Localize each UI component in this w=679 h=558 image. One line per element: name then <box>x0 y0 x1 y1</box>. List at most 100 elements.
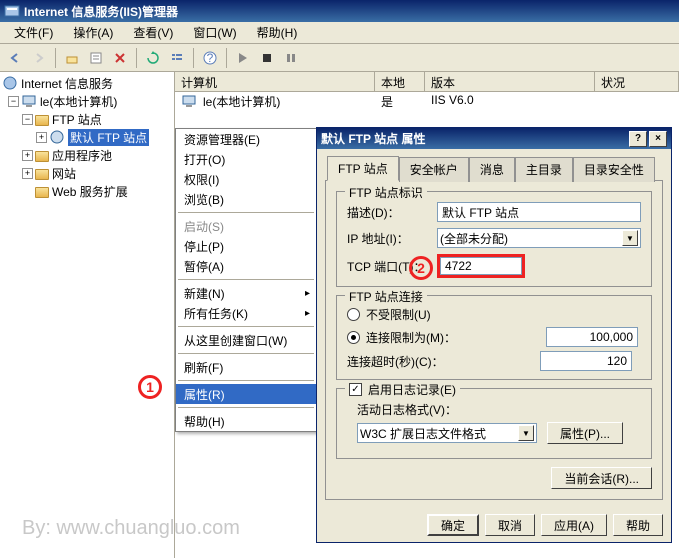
toolbar-forward-icon[interactable] <box>28 47 50 69</box>
ctx-separator <box>178 380 314 381</box>
cell-computer: le(本地计算机) <box>203 93 280 110</box>
toolbar-list-icon[interactable] <box>166 47 188 69</box>
group-conn-title: FTP 站点连接 <box>345 288 427 305</box>
log-format-select[interactable]: W3C 扩展日志文件格式 ▼ <box>357 423 537 443</box>
toolbar-up-icon[interactable] <box>61 47 83 69</box>
conn-limit-input[interactable] <box>546 327 638 347</box>
ctx-properties[interactable]: 属性(R) <box>176 384 316 404</box>
menu-window[interactable]: 窗口(W) <box>183 22 246 43</box>
current-sessions-button[interactable]: 当前会话(R)... <box>551 467 652 489</box>
timeout-input[interactable] <box>540 351 632 371</box>
iis-icon <box>2 75 18 91</box>
folder-icon <box>35 187 49 198</box>
group-connections: FTP 站点连接 不受限制(U) 连接限制为(M)： 连接超时(秒)(C)： <box>336 295 652 380</box>
help-button[interactable]: 帮助 <box>613 514 663 536</box>
tab-panel: FTP 站点标识 描述(D)： IP 地址(I)： (全部未分配) ▼ TCP … <box>325 180 663 500</box>
toolbar-delete-icon[interactable] <box>109 47 131 69</box>
ctx-explorer[interactable]: 资源管理器(E) <box>176 129 316 149</box>
ctx-open[interactable]: 打开(O) <box>176 149 316 169</box>
radio-limited[interactable] <box>347 331 360 344</box>
toolbar-help-icon[interactable]: ? <box>199 47 221 69</box>
tree-expand-icon[interactable]: + <box>22 150 33 161</box>
ctx-start[interactable]: 启动(S) <box>176 216 316 236</box>
tree-web-ext-label: Web 服务扩展 <box>52 183 128 200</box>
ctx-permissions[interactable]: 权限(I) <box>176 169 316 189</box>
tab-ftp-site[interactable]: FTP 站点 <box>327 156 399 181</box>
col-version[interactable]: 版本 <box>425 72 595 91</box>
toolbar-stop-icon[interactable] <box>256 47 278 69</box>
tab-dir-security[interactable]: 目录安全性 <box>573 157 655 182</box>
tab-home-dir[interactable]: 主目录 <box>515 157 573 182</box>
ok-button[interactable]: 确定 <box>427 514 479 536</box>
apply-button[interactable]: 应用(A) <box>541 514 607 536</box>
ctx-separator <box>178 279 314 280</box>
port-highlight <box>437 254 525 278</box>
cancel-button[interactable]: 取消 <box>485 514 535 536</box>
dialog-tabs: FTP 站点 安全帐户 消息 主目录 目录安全性 <box>317 149 671 180</box>
ctx-new-window[interactable]: 从这里创建窗口(W) <box>176 330 316 350</box>
enable-log-row[interactable]: 启用日志记录(E) <box>345 381 460 398</box>
toolbar-props-icon[interactable] <box>85 47 107 69</box>
ctx-browse[interactable]: 浏览(B) <box>176 189 316 209</box>
tree-websites[interactable]: + 网站 <box>2 164 172 182</box>
marker-1: 1 <box>138 375 162 399</box>
menu-help[interactable]: 帮助(H) <box>247 22 308 43</box>
timeout-label: 连接超时(秒)(C)： <box>347 353 540 370</box>
log-props-button[interactable]: 属性(P)... <box>547 422 623 444</box>
tree-web-ext[interactable]: Web 服务扩展 <box>2 182 172 200</box>
tab-messages[interactable]: 消息 <box>469 157 515 182</box>
enable-log-label: 启用日志记录(E) <box>368 381 456 398</box>
cell-local: 是 <box>375 92 425 110</box>
tree-collapse-icon[interactable]: − <box>22 114 33 125</box>
desc-input[interactable] <box>437 202 641 222</box>
tree-ftp-sites[interactable]: − FTP 站点 <box>2 110 172 128</box>
ctx-stop[interactable]: 停止(P) <box>176 236 316 256</box>
tree-default-ftp[interactable]: + 默认 FTP 站点 <box>2 128 172 146</box>
dialog-help-icon[interactable]: ? <box>629 131 647 147</box>
tree-app-pools[interactable]: + 应用程序池 <box>2 146 172 164</box>
col-local[interactable]: 本地 <box>375 72 425 91</box>
ctx-pause[interactable]: 暂停(A) <box>176 256 316 276</box>
menu-operate[interactable]: 操作(A) <box>63 22 123 43</box>
radio-limited-label: 连接限制为(M)： <box>366 329 546 346</box>
ctx-separator <box>178 353 314 354</box>
chevron-down-icon[interactable]: ▼ <box>518 425 534 441</box>
toolbar-play-icon[interactable] <box>232 47 254 69</box>
list-row[interactable]: le(本地计算机) 是 IIS V6.0 <box>175 92 679 110</box>
tree-collapse-icon[interactable]: − <box>8 96 19 107</box>
menu-view[interactable]: 查看(V) <box>123 22 183 43</box>
tree-computer-label: le(本地计算机) <box>40 93 117 110</box>
col-computer[interactable]: 计算机 <box>175 72 375 91</box>
toolbar-pause-icon[interactable] <box>280 47 302 69</box>
tree-websites-label: 网站 <box>52 165 76 182</box>
ctx-help[interactable]: 帮助(H) <box>176 411 316 431</box>
radio-unlimited-row[interactable]: 不受限制(U) <box>347 306 641 323</box>
ctx-all-tasks[interactable]: 所有任务(K) <box>176 303 316 323</box>
menu-file[interactable]: 文件(F) <box>4 22 63 43</box>
tree-default-ftp-label: 默认 FTP 站点 <box>68 129 149 146</box>
ctx-refresh[interactable]: 刷新(F) <box>176 357 316 377</box>
dialog-close-icon[interactable]: × <box>649 131 667 147</box>
context-menu: 资源管理器(E) 打开(O) 权限(I) 浏览(B) 启动(S) 停止(P) 暂… <box>175 128 317 432</box>
toolbar-back-icon[interactable] <box>4 47 26 69</box>
list-header: 计算机 本地 版本 状况 <box>175 72 679 92</box>
ip-select[interactable]: (全部未分配) ▼ <box>437 228 641 248</box>
toolbar-refresh-icon[interactable] <box>142 47 164 69</box>
tree-expand-icon[interactable]: + <box>22 168 33 179</box>
col-status[interactable]: 状况 <box>595 72 679 91</box>
chevron-down-icon[interactable]: ▼ <box>622 230 638 246</box>
tab-security-acct[interactable]: 安全帐户 <box>399 157 469 182</box>
tree-computer[interactable]: − le(本地计算机) <box>2 92 172 110</box>
radio-limited-row[interactable]: 连接限制为(M)： <box>347 327 641 347</box>
folder-icon <box>35 115 49 126</box>
ctx-new[interactable]: 新建(N) <box>176 283 316 303</box>
enable-log-checkbox[interactable] <box>349 383 362 396</box>
menubar: 文件(F) 操作(A) 查看(V) 窗口(W) 帮助(H) <box>0 22 679 44</box>
tree-expand-icon[interactable]: + <box>36 132 47 143</box>
tree-root[interactable]: Internet 信息服务 <box>2 74 172 92</box>
radio-unlimited[interactable] <box>347 308 360 321</box>
properties-dialog: 默认 FTP 站点 属性 ? × FTP 站点 安全帐户 消息 主目录 目录安全… <box>316 127 672 543</box>
port-input[interactable] <box>440 257 522 275</box>
tree-root-label: Internet 信息服务 <box>21 75 113 92</box>
ctx-separator <box>178 212 314 213</box>
